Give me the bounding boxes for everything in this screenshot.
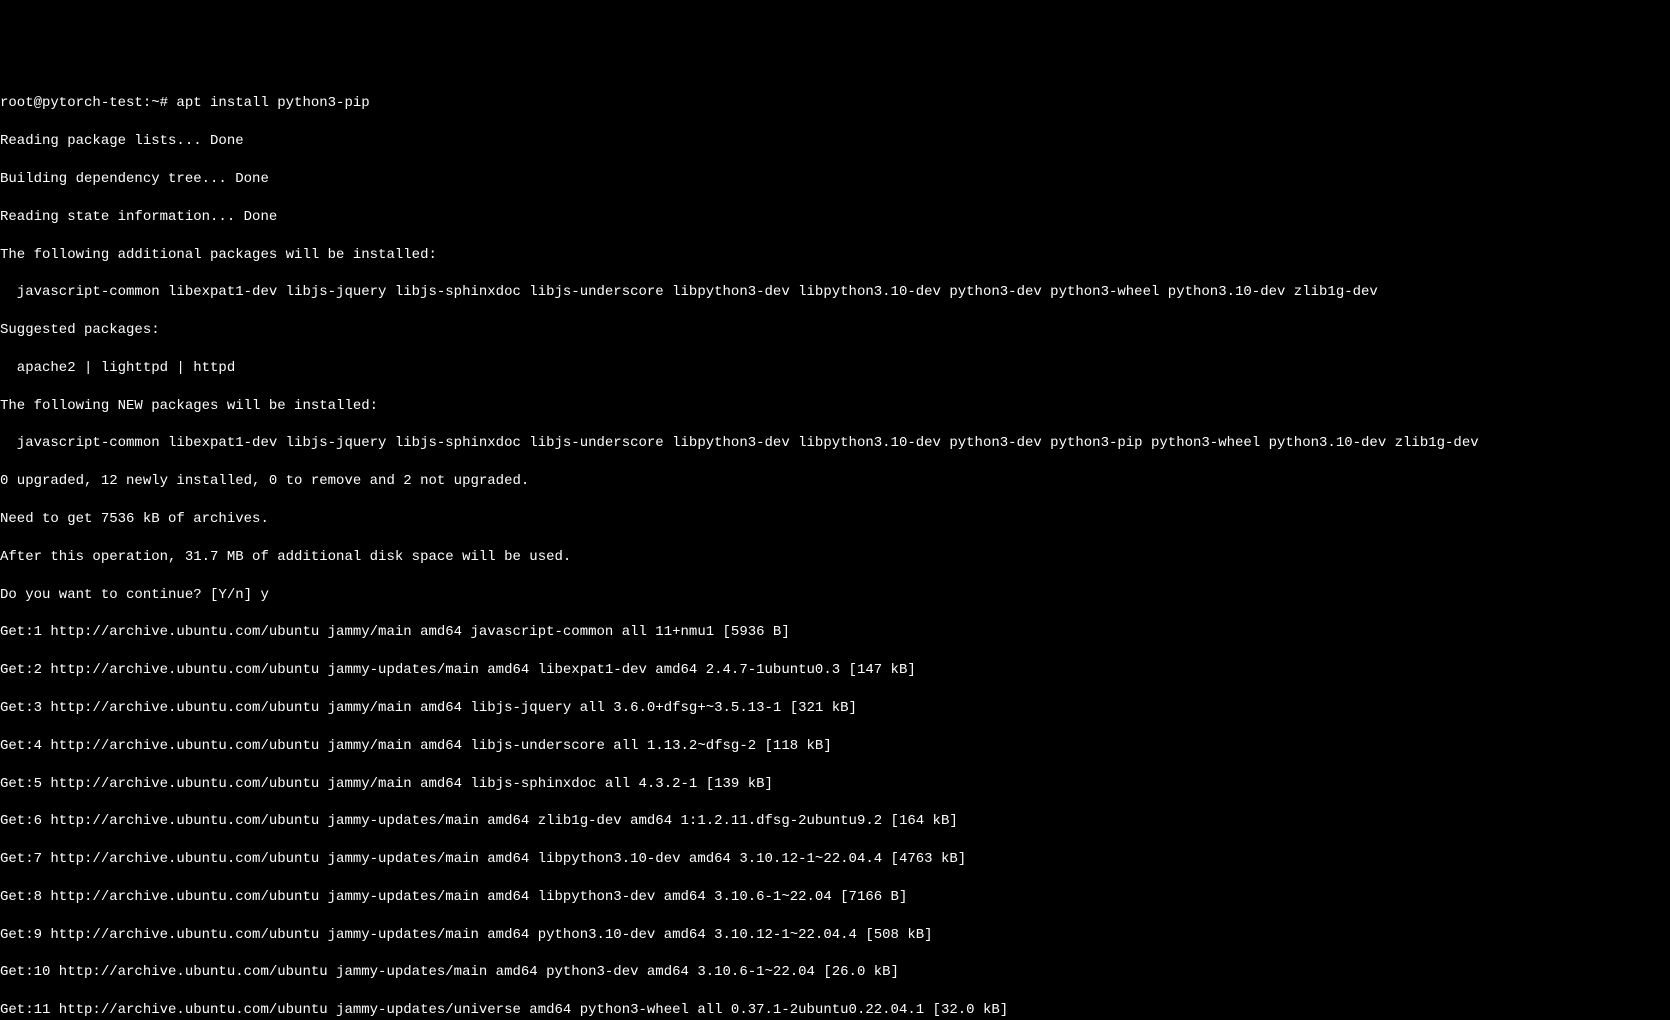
terminal-line: Reading state information... Done xyxy=(0,208,1670,227)
terminal-line: javascript-common libexpat1-dev libjs-jq… xyxy=(0,283,1670,302)
terminal-line: Get:9 http://archive.ubuntu.com/ubuntu j… xyxy=(0,926,1670,945)
terminal-line: Get:4 http://archive.ubuntu.com/ubuntu j… xyxy=(0,737,1670,756)
terminal-line: Get:8 http://archive.ubuntu.com/ubuntu j… xyxy=(0,888,1670,907)
terminal-line: Reading package lists... Done xyxy=(0,132,1670,151)
terminal-line: Building dependency tree... Done xyxy=(0,170,1670,189)
terminal-line: Get:6 http://archive.ubuntu.com/ubuntu j… xyxy=(0,812,1670,831)
terminal-line: javascript-common libexpat1-dev libjs-jq… xyxy=(0,434,1670,453)
terminal-line: The following additional packages will b… xyxy=(0,246,1670,265)
terminal-line: Get:2 http://archive.ubuntu.com/ubuntu j… xyxy=(0,661,1670,680)
terminal-window[interactable]: root@pytorch-test:~# apt install python3… xyxy=(0,76,1670,1020)
terminal-line: After this operation, 31.7 MB of additio… xyxy=(0,548,1670,567)
terminal-line: The following NEW packages will be insta… xyxy=(0,397,1670,416)
terminal-line: Get:3 http://archive.ubuntu.com/ubuntu j… xyxy=(0,699,1670,718)
terminal-line: Get:11 http://archive.ubuntu.com/ubuntu … xyxy=(0,1001,1670,1020)
terminal-line: Suggested packages: xyxy=(0,321,1670,340)
terminal-line: 0 upgraded, 12 newly installed, 0 to rem… xyxy=(0,472,1670,491)
terminal-line: Get:5 http://archive.ubuntu.com/ubuntu j… xyxy=(0,775,1670,794)
terminal-line: Need to get 7536 kB of archives. xyxy=(0,510,1670,529)
terminal-line: Get:7 http://archive.ubuntu.com/ubuntu j… xyxy=(0,850,1670,869)
terminal-line: apache2 | lighttpd | httpd xyxy=(0,359,1670,378)
terminal-line: Get:10 http://archive.ubuntu.com/ubuntu … xyxy=(0,963,1670,982)
terminal-line: Get:1 http://archive.ubuntu.com/ubuntu j… xyxy=(0,623,1670,642)
terminal-line: Do you want to continue? [Y/n] y xyxy=(0,586,1670,605)
terminal-line: root@pytorch-test:~# apt install python3… xyxy=(0,94,1670,113)
